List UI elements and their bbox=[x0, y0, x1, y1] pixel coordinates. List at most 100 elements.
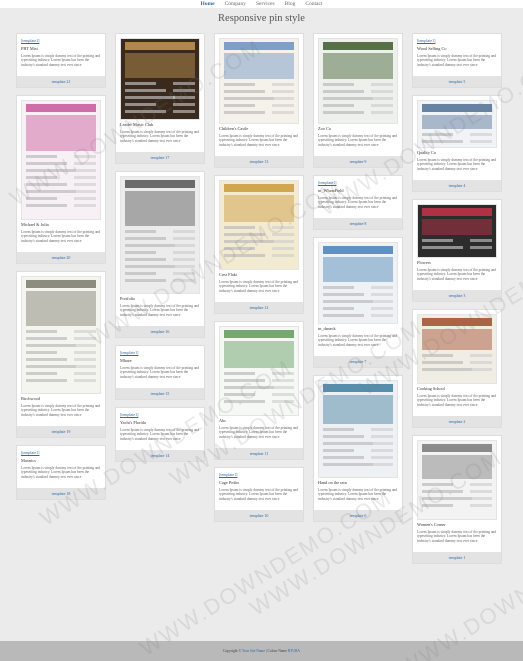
template-description: Lorem Ipsum is simply dummy text of the … bbox=[417, 158, 497, 171]
footer-middle: | Colour Name bbox=[264, 649, 288, 653]
nav-home[interactable]: Home bbox=[200, 0, 216, 8]
template-button[interactable]: template 7 bbox=[314, 356, 402, 367]
template-button[interactable]: template 1 bbox=[413, 552, 501, 563]
template-button[interactable]: template 10 bbox=[215, 510, 303, 521]
template-preview-image[interactable] bbox=[219, 38, 299, 124]
template-card: [template1] Cage Pedin Lorem Ipsum is simp… bbox=[214, 467, 304, 522]
template-description: Lorem Ipsum is simply dummy text of the … bbox=[318, 196, 398, 209]
template-description: Lorem Ipsum is simply dummy text of the … bbox=[318, 488, 398, 501]
template-name: Abc bbox=[219, 418, 227, 423]
template-name: Quality Co bbox=[417, 150, 436, 155]
template-name: Children's Castle bbox=[219, 126, 249, 131]
template-preview-image[interactable] bbox=[318, 242, 398, 324]
template-button[interactable]: template 13 bbox=[215, 156, 303, 167]
template-description: Lorem Ipsum is simply dummy text of the … bbox=[417, 530, 497, 543]
template-preview-image[interactable] bbox=[318, 380, 398, 478]
template-preview-image[interactable] bbox=[318, 38, 398, 124]
template-name: Yacht's Florida bbox=[120, 420, 146, 425]
template-button[interactable]: template 11 bbox=[215, 448, 303, 459]
template-name: Wood Selling Co bbox=[417, 46, 447, 51]
template-card: [template1] Wood Selling Co Lorem Ipsum is… bbox=[412, 33, 502, 88]
template-card: Cooking School Lorem Ipsum is simply dumm… bbox=[412, 309, 502, 428]
template-card: Michael & Julia Lorem Ipsum is simply dum… bbox=[16, 95, 106, 264]
template-button[interactable]: template 4 bbox=[413, 180, 501, 191]
template-image-link[interactable]: [template1] bbox=[120, 350, 200, 356]
template-button[interactable]: template 20 bbox=[17, 252, 105, 263]
template-preview-image[interactable] bbox=[219, 180, 299, 270]
template-image-link[interactable]: [template1] bbox=[120, 412, 200, 418]
template-preview-image[interactable] bbox=[219, 326, 299, 416]
template-image-link[interactable]: [template1] bbox=[21, 38, 101, 44]
template-name: Crea Flakt bbox=[219, 272, 238, 277]
template-button[interactable]: template 21 bbox=[17, 76, 105, 87]
template-button[interactable]: template 5 bbox=[413, 76, 501, 87]
template-image-link[interactable]: [template1] bbox=[21, 450, 101, 456]
template-description: Lorem Ipsum is simply dummy text of the … bbox=[21, 230, 101, 243]
template-button[interactable]: template 18 bbox=[17, 488, 105, 499]
template-name: Michael & Julia bbox=[21, 222, 49, 227]
top-navigation: Home Company Services Blog Contact bbox=[0, 0, 523, 8]
template-preview-image[interactable] bbox=[21, 276, 101, 394]
template-name: tn_daneck bbox=[318, 326, 336, 331]
template-card: Hand on the rain Lorem Ipsum is simply du… bbox=[313, 375, 403, 522]
template-preview-image[interactable] bbox=[417, 440, 497, 520]
template-card: Zoo Co Lorem Ipsum is simply dummy text o… bbox=[313, 33, 403, 168]
template-image-link[interactable]: [template1] bbox=[318, 180, 398, 186]
template-name: Portfolio bbox=[120, 296, 136, 301]
footer-credit-link[interactable]: BTUBA bbox=[288, 649, 300, 653]
template-description: Lorem Ipsum is simply dummy text of the … bbox=[318, 334, 398, 347]
template-card: [template1] Yacht's Florida Lorem Ipsum is… bbox=[115, 407, 205, 462]
template-image-link[interactable]: [template1] bbox=[219, 472, 299, 478]
template-name: tn_WheatField bbox=[318, 188, 344, 193]
template-preview-image[interactable] bbox=[21, 100, 101, 220]
footer-site-link[interactable]: Your Site Name bbox=[242, 649, 265, 653]
template-card: Portfolio Lorem Ipsum is simply dummy tex… bbox=[115, 171, 205, 338]
template-description: Lorem Ipsum is simply dummy text of the … bbox=[417, 54, 497, 67]
nav-services[interactable]: Services bbox=[255, 0, 276, 8]
template-name: Birchwood bbox=[21, 396, 41, 401]
template-card: [template1] FBT Mist Lorem Ipsum is simply… bbox=[16, 33, 106, 88]
nav-company[interactable]: Company bbox=[224, 0, 247, 8]
template-button[interactable]: template 15 bbox=[116, 388, 204, 399]
template-description: Lorem Ipsum is simply dummy text of the … bbox=[219, 426, 299, 439]
template-card: Crea Flakt Lorem Ipsum is simply dummy te… bbox=[214, 175, 304, 314]
template-description: Lorem Ipsum is simply dummy text of the … bbox=[219, 280, 299, 293]
template-button[interactable]: template 6 bbox=[314, 510, 402, 521]
footer-prefix: Copyright © bbox=[222, 649, 242, 653]
template-button[interactable]: template 16 bbox=[116, 326, 204, 337]
template-name: Mhaze bbox=[120, 358, 132, 363]
template-button[interactable]: template 14 bbox=[116, 450, 204, 461]
template-button[interactable]: template 9 bbox=[314, 156, 402, 167]
template-button[interactable]: template 3 bbox=[413, 290, 501, 301]
pin-column: Children's Castle Lorem Ipsum is simply d… bbox=[214, 33, 304, 529]
template-description: Lorem Ipsum is simply dummy text of the … bbox=[21, 54, 101, 67]
template-description: Lorem Ipsum is simply dummy text of the … bbox=[417, 268, 497, 281]
nav-contact[interactable]: Contact bbox=[304, 0, 323, 8]
template-name: Cage Pedin bbox=[219, 480, 239, 485]
template-preview-image[interactable] bbox=[417, 204, 497, 258]
template-description: Lorem Ipsum is simply dummy text of the … bbox=[120, 366, 200, 379]
pin-column: Zoo Co Lorem Ipsum is simply dummy text o… bbox=[313, 33, 403, 529]
template-card: Abc Lorem Ipsum is simply dummy text of t… bbox=[214, 321, 304, 460]
template-preview-image[interactable] bbox=[120, 38, 200, 120]
template-button[interactable]: template 17 bbox=[116, 152, 204, 163]
pin-column: [template1] FBT Mist Lorem Ipsum is simply… bbox=[16, 33, 106, 507]
template-button[interactable]: template 19 bbox=[17, 426, 105, 437]
template-card: Children's Castle Lorem Ipsum is simply d… bbox=[214, 33, 304, 168]
template-preview-image[interactable] bbox=[417, 100, 497, 148]
template-name: Flowers bbox=[417, 260, 431, 265]
template-description: Lorem Ipsum is simply dummy text of the … bbox=[417, 394, 497, 407]
template-preview-image[interactable] bbox=[417, 314, 497, 384]
footer: Copyright © Your Site Name | Colour Name… bbox=[0, 641, 523, 661]
template-description: Lorem Ipsum is simply dummy text of the … bbox=[318, 134, 398, 147]
template-description: Lorem Ipsum is simply dummy text of the … bbox=[21, 404, 101, 417]
template-preview-image[interactable] bbox=[120, 176, 200, 294]
nav-blog[interactable]: Blog bbox=[284, 0, 297, 8]
template-button[interactable]: template 8 bbox=[314, 218, 402, 229]
template-description: Lorem Ipsum is simply dummy text of the … bbox=[219, 488, 299, 501]
template-name: FBT Mist bbox=[21, 46, 38, 51]
template-button[interactable]: template 2 bbox=[413, 416, 501, 427]
template-image-link[interactable]: [template1] bbox=[417, 38, 497, 44]
template-button[interactable]: template 12 bbox=[215, 302, 303, 313]
template-name: Hand on the rain bbox=[318, 480, 347, 485]
